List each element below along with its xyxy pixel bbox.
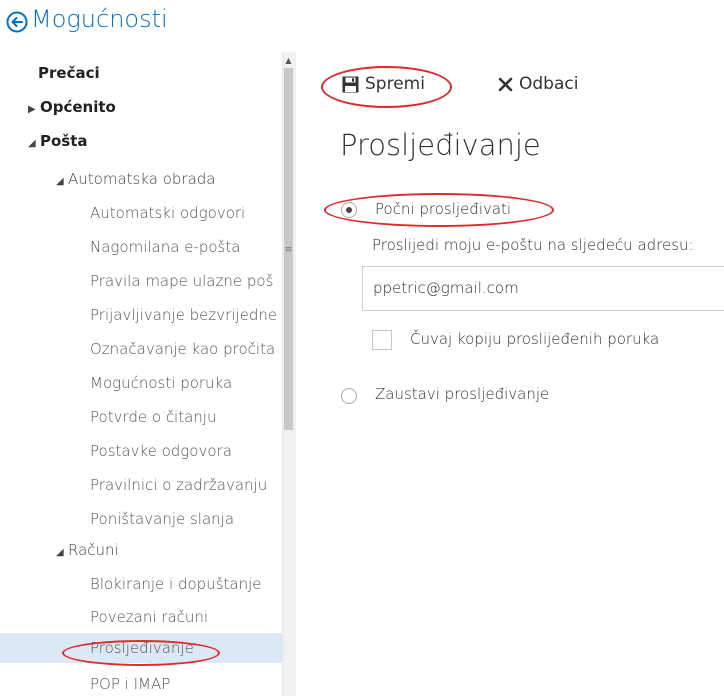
section-title: Prosljeđivanje	[340, 128, 541, 162]
sidebar-item-mail[interactable]: ◢ Pošta	[28, 126, 88, 156]
stop-forwarding-label[interactable]: Zaustavi prosljeđivanje	[375, 385, 549, 403]
start-forwarding-label[interactable]: Počni prosljeđivati	[375, 200, 511, 218]
expanded-triangle-icon: ◢	[56, 547, 64, 558]
start-forwarding-radio[interactable]	[341, 202, 357, 218]
save-button[interactable]: Spremi	[342, 74, 425, 94]
back-arrow-icon[interactable]	[6, 11, 28, 33]
sidebar-item-retention-policies[interactable]: Pravilnici o zadržavanju	[90, 470, 267, 500]
sidebar-item-shortcuts[interactable]: Prečaci	[38, 58, 100, 88]
stop-forwarding-radio[interactable]	[341, 388, 357, 404]
sidebar-item-clutter[interactable]: Nagomilana e-pošta	[90, 232, 240, 262]
discard-button[interactable]: Odbaci	[498, 74, 578, 94]
keep-copy-label[interactable]: Čuvaj kopiju proslijeđenih poruka	[410, 330, 659, 348]
sidebar-item-automatic-replies[interactable]: Automatski odgovori	[90, 198, 245, 228]
sidebar-item-connected-accounts[interactable]: Povezani računi	[90, 602, 208, 632]
sidebar-item-forwarding[interactable]: Prosljeđivanje	[0, 633, 282, 663]
sidebar-item-mark-as-read[interactable]: Označavanje kao pročita	[90, 334, 275, 364]
scroll-up-arrow-icon[interactable]: ▲	[284, 56, 293, 65]
sidebar-item-undo-send[interactable]: Poništavanje slanja	[90, 504, 234, 534]
expanded-triangle-icon: ◢	[28, 138, 36, 149]
sidebar-item-block-or-allow[interactable]: Blokiranje i dopuštanje	[90, 569, 262, 599]
sidebar-nav: Prečaci ▶ Općenito ◢ Pošta ◢ Automatska obr…	[0, 52, 282, 696]
sidebar-item-general[interactable]: ▶ Općenito	[28, 92, 116, 122]
floppy-disk-icon	[342, 76, 359, 92]
sidebar-item-accounts[interactable]: ◢ Računi	[56, 535, 119, 565]
collapsed-triangle-icon: ▶	[28, 104, 36, 115]
expanded-triangle-icon: ◢	[56, 176, 64, 187]
sidebar-item-message-options[interactable]: Mogućnosti poruka	[90, 368, 232, 398]
scrollbar-grip-icon: ≡	[284, 245, 293, 255]
keep-copy-checkbox[interactable]	[372, 330, 392, 350]
sidebar-item-junk-reporting[interactable]: Prijavljivanje bezvrijedne	[90, 300, 277, 330]
header: Mogućnosti	[0, 0, 724, 48]
forward-address-input[interactable]: ppetric@gmail.com	[362, 266, 724, 311]
forward-to-label: Proslijedi moju e-poštu na sljedeću adre…	[372, 236, 694, 254]
sidebar-item-read-receipts[interactable]: Potvrde o čitanju	[90, 402, 216, 432]
sidebar-item-reply-settings[interactable]: Postavke odgovora	[90, 436, 232, 466]
sidebar-item-inbox-rules[interactable]: Pravila mape ulazne poš	[90, 266, 273, 296]
close-x-icon	[498, 77, 513, 91]
page-title: Mogućnosti	[31, 5, 168, 33]
sidebar-item-pop-imap[interactable]: POP i IMAP	[90, 669, 170, 696]
sidebar-item-automatic-processing[interactable]: ◢ Automatska obrada	[56, 164, 215, 194]
radio-selected-dot	[346, 207, 352, 213]
